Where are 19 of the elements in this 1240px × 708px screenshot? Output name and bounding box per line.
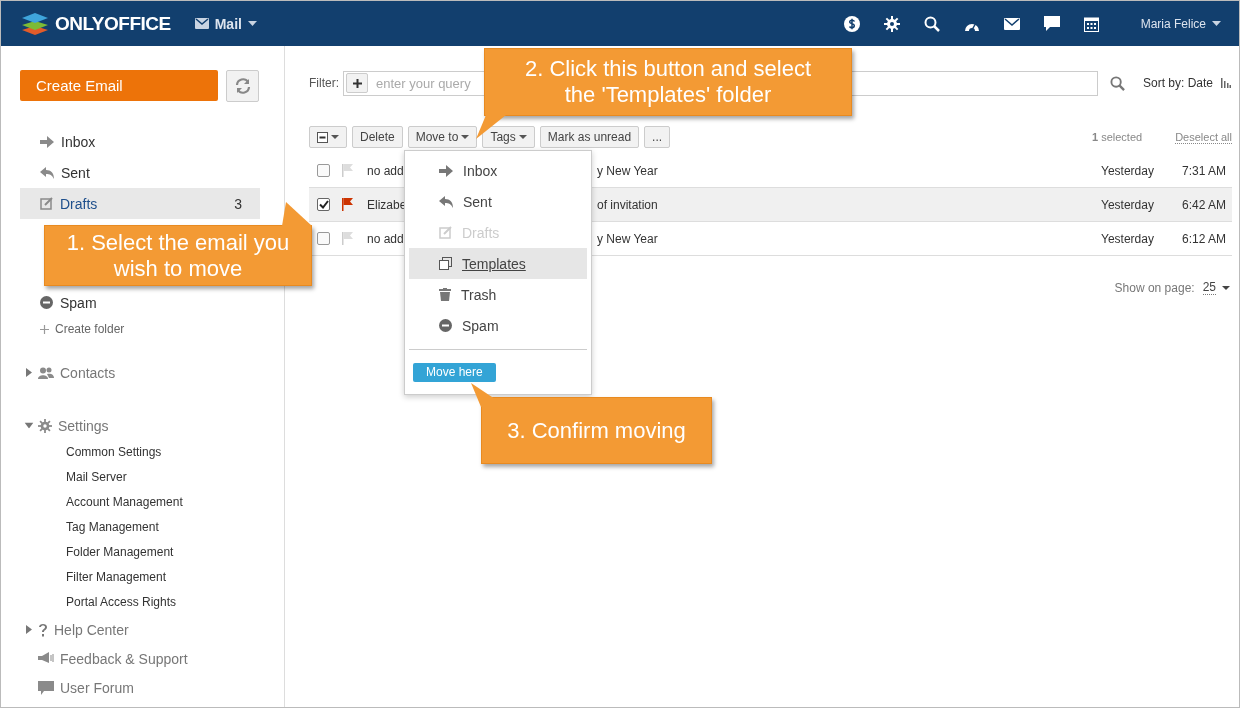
filter-label: Filter: (309, 76, 339, 90)
email-time: 7:31 AM (1180, 163, 1227, 178)
unread-count: 3 (234, 195, 242, 212)
email-date: Yesterday (1101, 231, 1155, 246)
logo-text: ONLYOFFICE (55, 12, 171, 35)
email-sender: no add (367, 163, 404, 178)
email-subject: y New Year (597, 163, 658, 178)
callout-text: 3. Confirm moving (507, 417, 686, 444)
email-date: Yesterday (1101, 197, 1155, 212)
email-date: Yesterday (1101, 163, 1155, 178)
email-sender: no add (367, 231, 404, 246)
callout-text: 1. Select the email you wish to move (65, 229, 291, 282)
email-subject: y New Year (597, 231, 658, 246)
email-time: 6:12 AM (1180, 231, 1227, 246)
page-size-label: Show on page: (1114, 280, 1195, 295)
email-time: 6:42 AM (1180, 197, 1227, 212)
callout-text: 2. Click this button and select the 'Templates' folder (523, 56, 813, 108)
email-subject: of invitation (597, 197, 658, 212)
selection-count: 1 selected (1092, 131, 1143, 143)
